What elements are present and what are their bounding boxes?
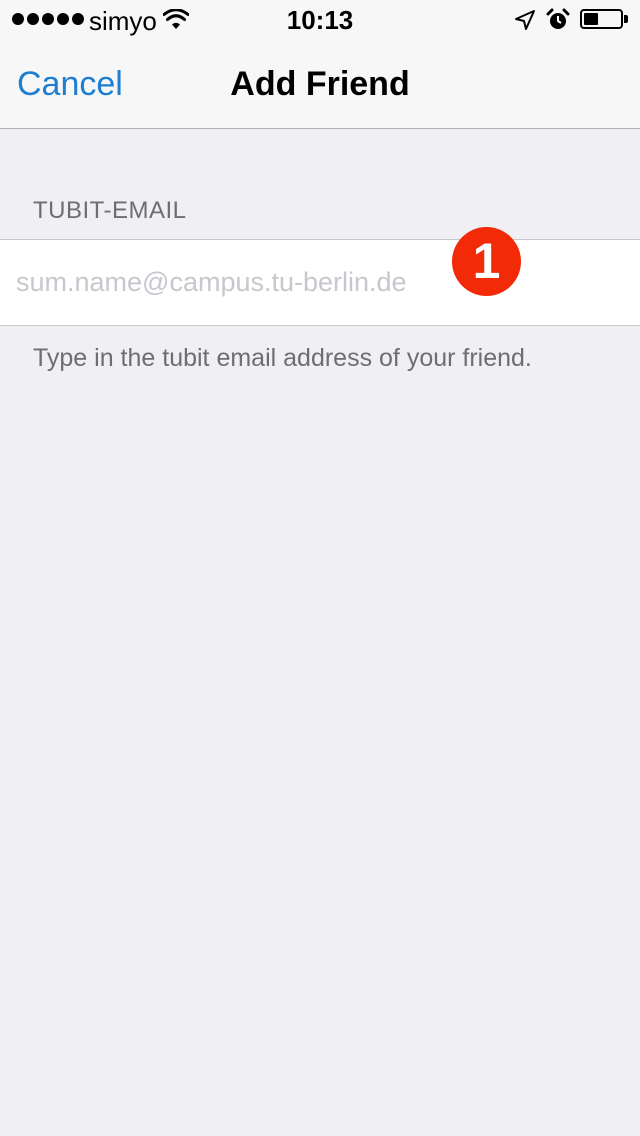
navigation-bar: Cancel Add Friend [0,40,640,129]
location-arrow-icon [515,10,535,30]
clock-time: 10:13 [286,5,354,35]
battery-body [580,9,623,29]
section-header: TUBIT-EMAIL [33,197,187,224]
alarm-clock-icon [546,8,570,29]
battery-tip [624,15,628,23]
email-input-cell[interactable] [0,239,640,326]
battery-fill [584,13,598,25]
callout-badge: 1 [452,227,521,296]
email-input[interactable] [16,240,616,325]
footer-hint-text: Type in the tubit email address of your … [33,344,532,372]
page-title: Add Friend [230,65,410,103]
status-bar: simyo 10:13 [0,0,640,40]
battery-icon [580,9,630,31]
